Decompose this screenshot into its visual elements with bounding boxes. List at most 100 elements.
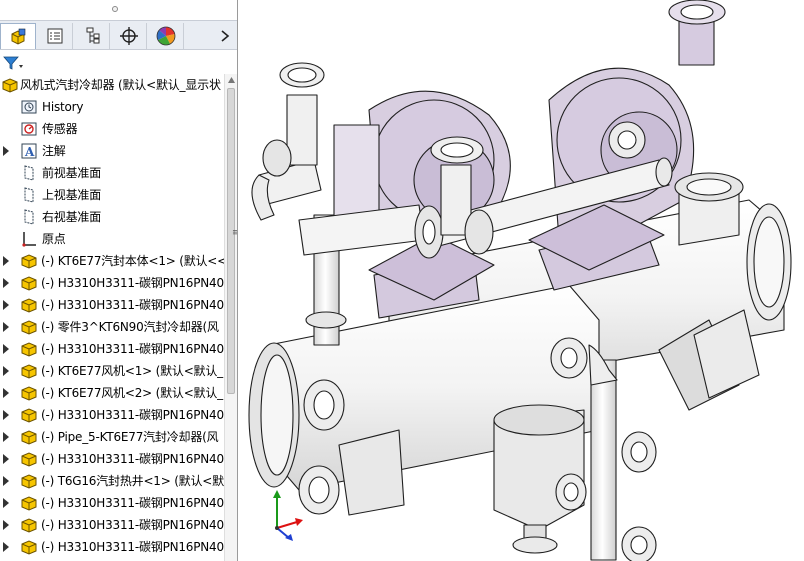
expand-arrow-icon[interactable] [2,519,10,531]
assembly-component-icon [21,430,37,445]
sensor-icon [21,122,37,136]
chevron-right-icon[interactable] [218,28,232,44]
propertymanager-tab[interactable] [37,23,73,49]
tree-item-top-plane[interactable]: 上视基准面 [0,184,224,206]
annotation-icon: A [21,143,37,159]
tree-component-row[interactable]: (-) H3310H3311-碳钢PN16PN40 [0,492,224,514]
tree-component-row[interactable]: (-) Pipe_5-KT6E77汽封冷却器(风 [0,426,224,448]
component-label: (-) KT6E77风机<1> (默认<默认_ [41,364,223,378]
tree-item-history[interactable]: History [0,96,224,118]
tree-component-row[interactable]: (-) 零件3^KT6N90汽封冷却器(风 [0,316,224,338]
component-label: (-) Pipe_5-KT6E77汽封冷却器(风 [41,430,219,444]
tree-root-assembly[interactable]: 风机式汽封冷却器 (默认<默认_显示状 [0,74,224,96]
tree-root-label: 风机式汽封冷却器 (默认<默认_显示状 [20,78,221,92]
expand-arrow-icon[interactable] [2,321,10,333]
assembly-component-icon [21,320,37,335]
component-label: (-) T6G16汽封热井<1> (默认<默认 [41,474,236,488]
featuremanager-tab[interactable] [0,23,36,49]
grip-dot-icon [112,6,118,12]
orientation-triad-icon [273,490,303,541]
expand-arrow-icon[interactable] [2,431,10,443]
tree-item-label: History [42,100,84,114]
graphics-viewport[interactable] [239,0,804,561]
expand-arrow-icon[interactable] [2,145,10,157]
configuration-icon [86,27,99,44]
origin-icon [22,232,36,247]
assembly-component-icon [21,540,37,555]
assembly-component-icon [21,452,37,467]
filter-row [0,52,237,74]
dimxpert-tab[interactable] [111,23,147,49]
assembly-component-icon [21,298,37,313]
tree-component-row[interactable]: (-) KT6E77风机<1> (默认<默认_ [0,360,224,382]
tree-item-annotations[interactable]: A 注解 [0,140,224,162]
assembly-component-icon [21,474,37,489]
tree-item-label: 上视基准面 [42,188,102,202]
feature-manager-panel: 风机式汽封冷却器 (默认<默认_显示状 History 传感器 A 注解 前视基… [0,0,238,561]
svg-text:A: A [24,145,35,159]
assembly-icon [2,78,18,93]
expand-arrow-icon[interactable] [2,453,10,465]
display-manager-tab[interactable] [148,23,184,49]
assembly-component-icon [21,408,37,423]
tree-component-row[interactable]: (-) H3310H3311-碳钢PN16PN40 [0,514,224,536]
expand-arrow-icon[interactable] [2,277,10,289]
tree-component-row[interactable]: (-) H3310H3311-碳钢PN16PN40 [0,338,224,360]
tree-component-row[interactable]: (-) H3310H3311-碳钢PN16PN40 [0,294,224,316]
assembly-component-icon [21,364,37,379]
tree-component-row[interactable]: (-) T6G16汽封热井<1> (默认<默认 [0,470,236,492]
expand-arrow-icon[interactable] [2,343,10,355]
component-label: (-) H3310H3311-碳钢PN16PN40 [41,452,224,466]
plane-icon [24,165,34,181]
filter-icon[interactable] [3,55,25,71]
component-label: (-) H3310H3311-碳钢PN16PN40 [41,496,224,510]
expand-arrow-icon[interactable] [2,409,10,421]
assembly-component-icon [21,496,37,511]
component-label: (-) KT6E77风机<2> (默认<默认_ [41,386,223,400]
tree-item-right-plane[interactable]: 右视基准面 [0,206,224,228]
component-label: (-) H3310H3311-碳钢PN16PN40 [41,342,224,356]
expand-arrow-icon[interactable] [2,365,10,377]
tree-component-row[interactable]: (-) H3310H3311-碳钢PN16PN40 [0,536,224,558]
tree-item-label: 传感器 [42,122,78,136]
expand-arrow-icon[interactable] [2,387,10,399]
tree-item-sensors[interactable]: 传感器 [0,118,224,140]
tree-item-front-plane[interactable]: 前视基准面 [0,162,224,184]
color-wheel-icon [156,26,175,46]
tree-item-label: 原点 [42,232,66,246]
assembly-icon [11,28,26,45]
component-label: (-) H3310H3311-碳钢PN16PN40 [41,276,224,290]
tree-component-row[interactable]: (-) H3310H3311-碳钢PN16PN40 [0,404,224,426]
tree-scrollbar[interactable] [224,74,237,561]
component-label: (-) 零件3^KT6N90汽封冷却器(风 [41,320,219,334]
tree-component-row[interactable]: (-) H3310H3311-碳钢PN16PN40 [0,448,224,470]
panel-splitter-handle[interactable]: ≡ [232,228,237,238]
component-label: (-) H3310H3311-碳钢PN16PN40 [41,408,224,422]
expand-arrow-icon[interactable] [2,255,10,267]
property-list-icon [47,28,62,44]
tree-item-origin[interactable]: 原点 [0,228,224,250]
panel-grip[interactable] [0,0,237,20]
tree-component-row[interactable]: (-) KT6E77风机<2> (默认<默认_ [0,382,224,404]
component-label: (-) H3310H3311-碳钢PN16PN40 [41,298,224,312]
component-label: (-) KT6E77汽封本体<1> (默认<< [41,254,228,268]
configurationmanager-tab[interactable] [74,23,110,49]
feature-tree: 风机式汽封冷却器 (默认<默认_显示状 History 传感器 A 注解 前视基… [0,74,236,561]
expand-arrow-icon[interactable] [2,497,10,509]
scroll-up-icon[interactable] [228,77,235,83]
expand-arrow-icon[interactable] [2,475,10,487]
expand-arrow-icon[interactable] [2,541,10,553]
tree-component-row[interactable]: (-) KT6E77汽封本体<1> (默认<< [0,250,228,272]
assembly-component-icon [21,254,37,269]
assembly-component-icon [21,386,37,401]
manager-tab-bar [0,20,237,50]
tree-item-label: 右视基准面 [42,210,102,224]
cooler-3d-model[interactable] [239,0,804,561]
tree-item-label: 前视基准面 [42,166,102,180]
tree-component-row[interactable]: (-) H3310H3311-碳钢PN16PN40 [0,272,224,294]
assembly-component-icon [21,276,37,291]
expand-arrow-icon[interactable] [2,299,10,311]
component-label: (-) H3310H3311-碳钢PN16PN40 [41,518,224,532]
history-icon [21,100,37,114]
scrollbar-thumb[interactable] [227,88,235,394]
